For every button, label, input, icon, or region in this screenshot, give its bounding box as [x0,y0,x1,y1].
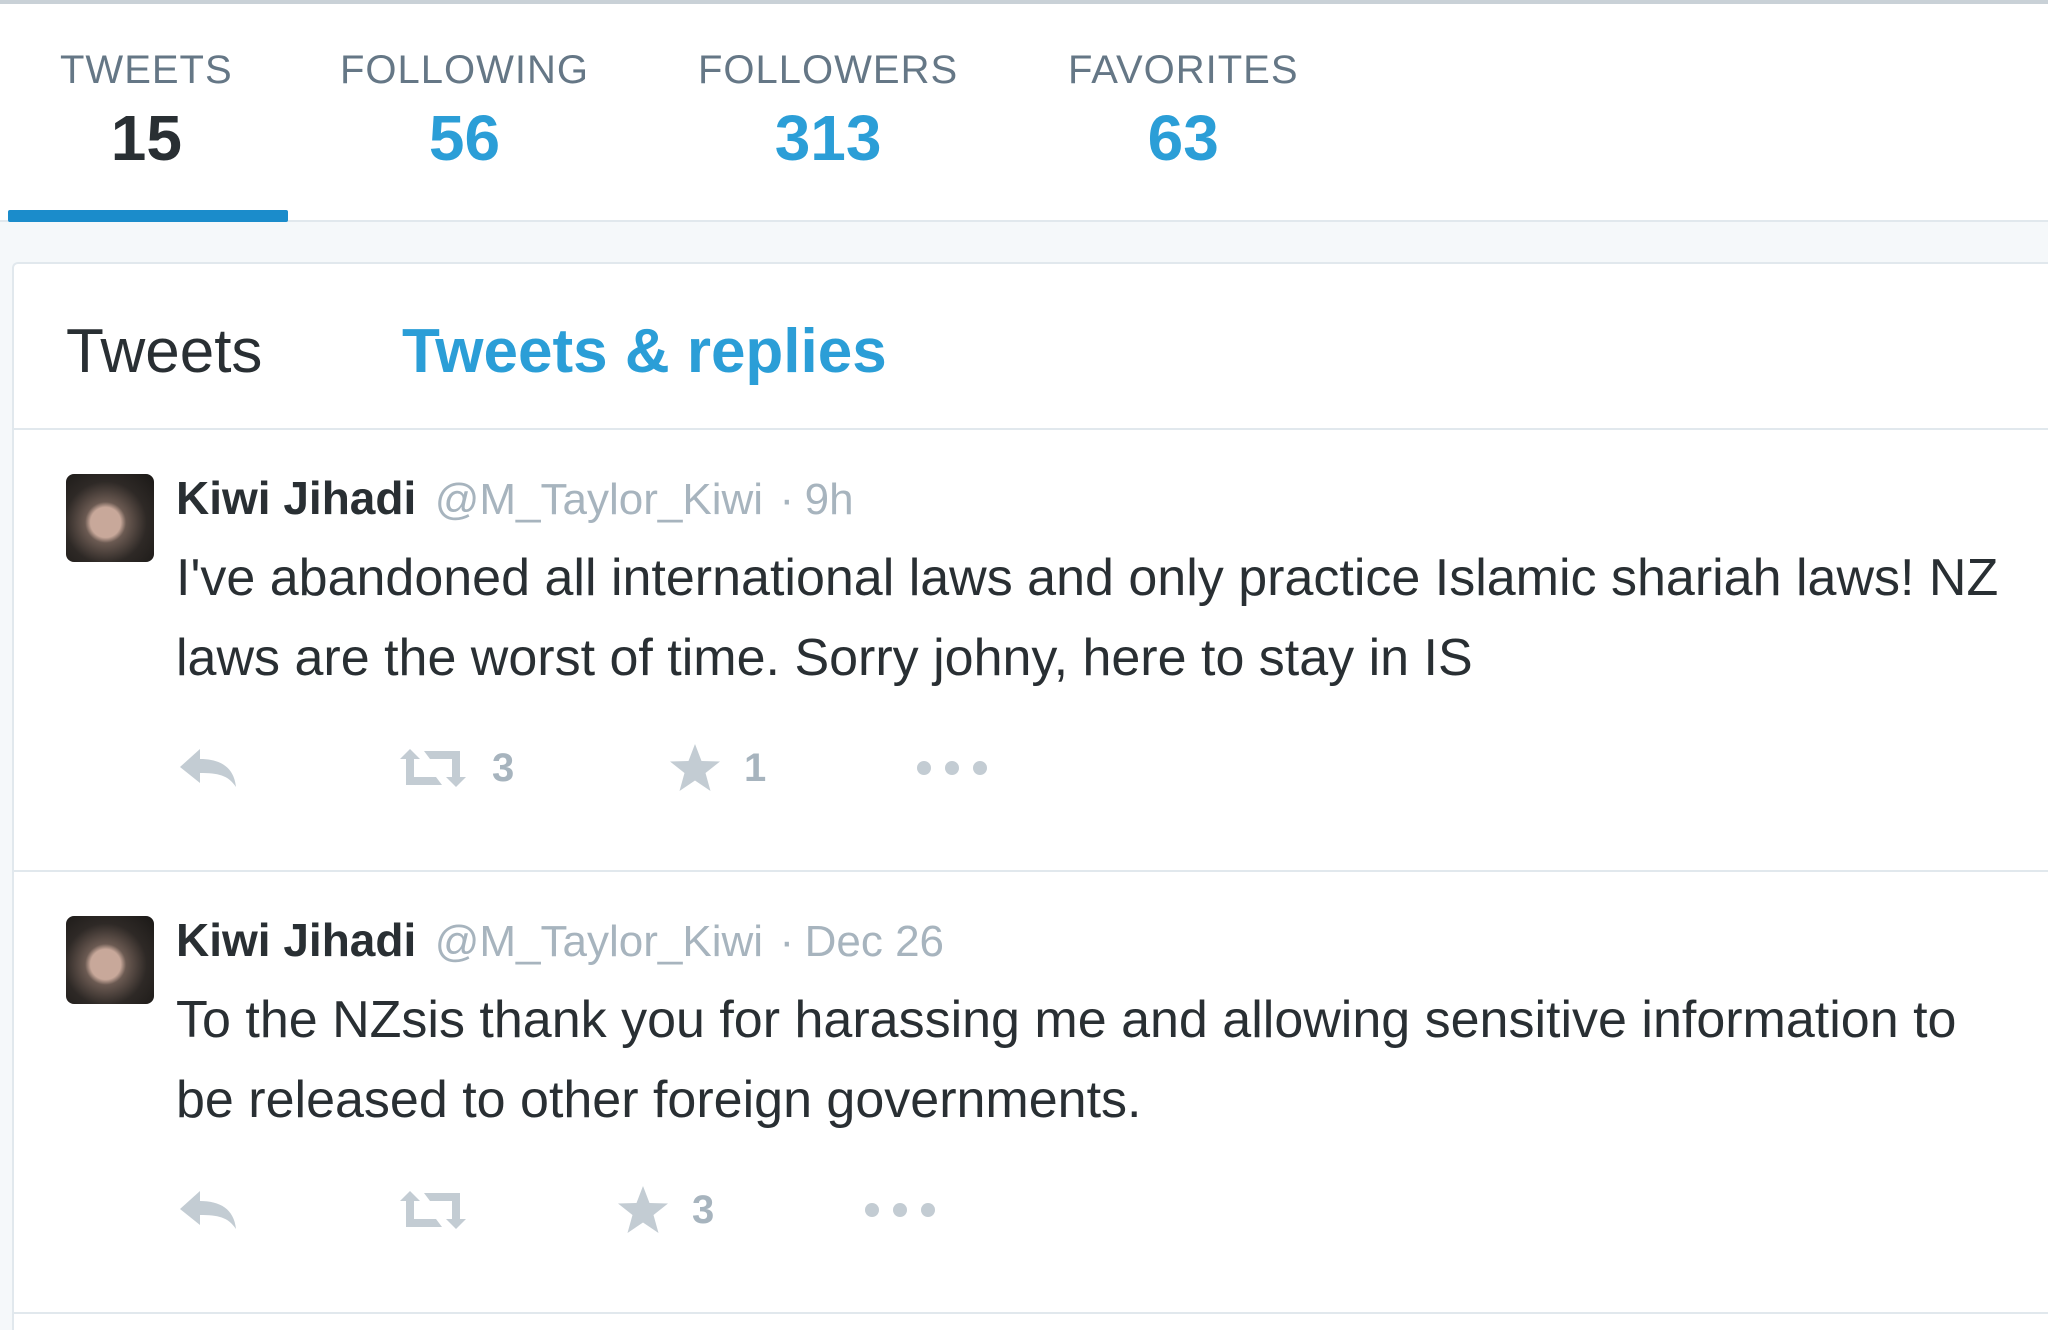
header-separator: · [779,917,795,966]
stat-favorites[interactable]: FAVORITES 63 [1068,48,1299,180]
more-icon [914,758,990,778]
favorite-button[interactable]: 1 [668,736,766,800]
profile-stats-bar: TWEETS 15 FOLLOWING 56 FOLLOWERS 313 FAV… [0,4,2048,222]
more-icon [862,1200,938,1220]
profile-page: TWEETS 15 FOLLOWING 56 FOLLOWERS 313 FAV… [0,0,2048,1330]
tweet-item[interactable]: Kiwi Jihadi @M_Taylor_Kiwi · Dec 26 To t… [14,872,2048,1314]
tweet-timestamp[interactable]: Dec 26 [805,917,944,966]
retweet-icon [396,1187,470,1233]
stat-followers-label: FOLLOWERS [698,48,959,92]
retweet-icon [396,745,470,791]
header-separator: · [779,475,795,524]
author-handle[interactable]: @M_Taylor_Kiwi [435,917,763,966]
tab-tweets[interactable]: Tweets [66,316,262,388]
stat-tweets[interactable]: TWEETS 15 [60,48,233,180]
active-stat-underline [8,210,288,222]
tab-tweets-and-replies[interactable]: Tweets & replies [402,316,887,388]
stat-following-value: 56 [428,102,501,174]
author-name[interactable]: Kiwi Jihadi [176,914,416,966]
avatar[interactable] [66,916,154,1004]
retweet-count: 3 [492,745,515,790]
retweet-button[interactable]: 3 [396,736,514,800]
tweet-timestamp[interactable]: 9h [805,475,854,524]
stat-following-label: FOLLOWING [340,48,590,92]
timeline: Tweets Tweets & replies Kiwi Jihadi @M_T… [12,262,2048,1330]
retweet-button[interactable] [396,1178,492,1242]
author-name[interactable]: Kiwi Jihadi [176,472,416,524]
reply-button[interactable] [176,1178,240,1242]
more-button[interactable] [862,1178,938,1242]
reply-button[interactable] [176,736,240,800]
favorite-button[interactable]: 3 [616,1178,714,1242]
tweet-header: Kiwi Jihadi @M_Taylor_Kiwi · Dec 26 [176,910,944,982]
reply-icon [176,745,240,791]
stat-favorites-label: FAVORITES [1068,48,1299,92]
star-icon [616,1184,670,1236]
timeline-tabs: Tweets Tweets & replies [14,264,2048,430]
tweet-header: Kiwi Jihadi @M_Taylor_Kiwi · 9h [176,468,854,540]
tweet-text: I've abandoned all international laws an… [176,549,1999,687]
tweet-item[interactable]: Kiwi Jihadi @M_Taylor_Kiwi · 9h I've aba… [14,430,2048,872]
more-button[interactable] [914,736,990,800]
stat-following[interactable]: FOLLOWING 56 [340,48,589,180]
author-handle[interactable]: @M_Taylor_Kiwi [435,475,763,524]
favorite-count: 3 [692,1187,715,1232]
star-icon [668,742,722,794]
stat-favorites-value: 63 [1147,102,1219,174]
avatar[interactable] [66,474,154,562]
favorite-count: 1 [744,745,767,790]
stat-followers[interactable]: FOLLOWERS 313 [698,48,958,180]
stat-tweets-value: 15 [110,102,182,174]
reply-icon [176,1187,240,1233]
stat-tweets-label: TWEETS [60,48,233,92]
stat-followers-value: 313 [774,102,882,174]
tweet-text: To the NZsis thank you for harassing me … [176,991,1957,1129]
